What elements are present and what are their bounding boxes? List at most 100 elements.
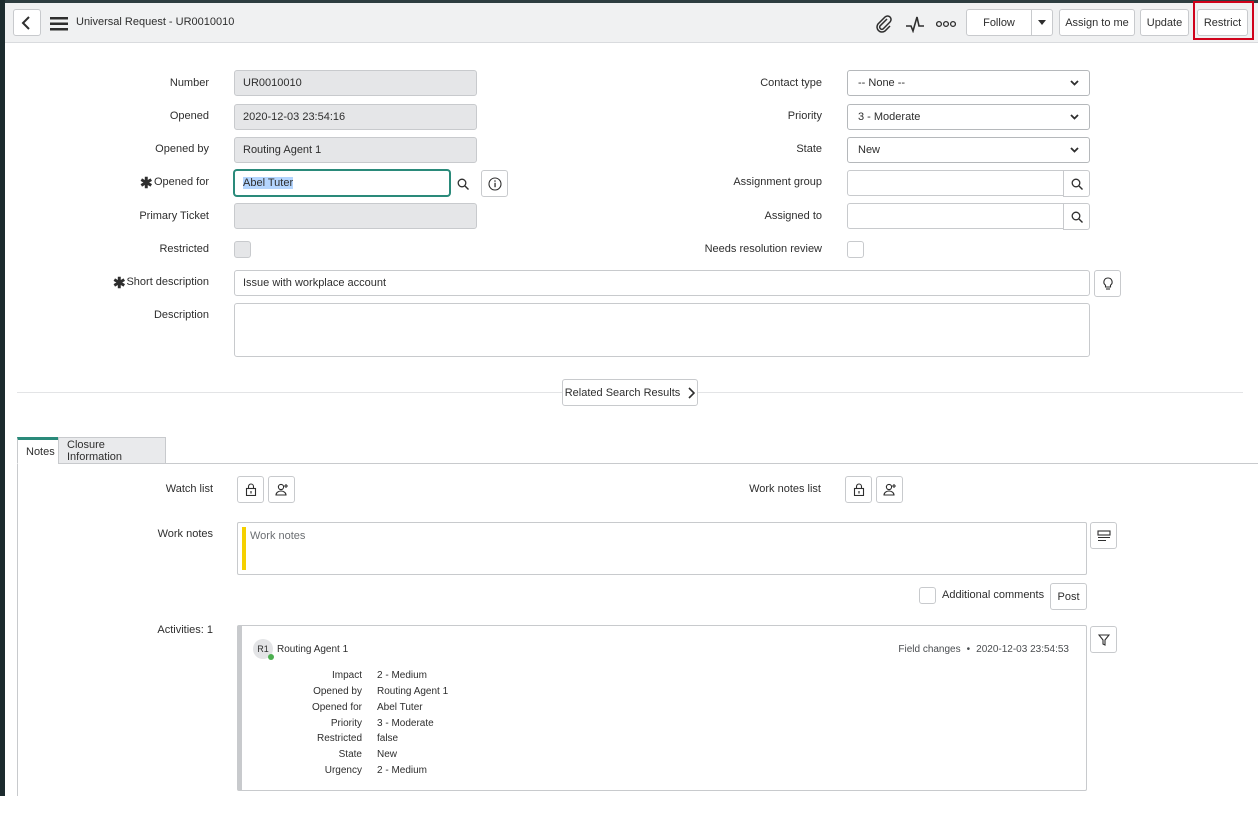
tab-notes-label: Notes: [26, 445, 55, 458]
activity-filter-button[interactable]: [1090, 626, 1117, 653]
tab-closure-information[interactable]: Closure Information: [58, 437, 166, 464]
assign-to-me-button[interactable]: Assign to me: [1059, 9, 1135, 36]
form-header: Universal Request - UR0010010 Follow Ass…: [5, 1, 1258, 43]
chevron-left-icon: [21, 15, 30, 30]
avatar-initials: R1: [257, 644, 269, 654]
opened-for-info-button[interactable]: [481, 170, 508, 197]
number-field[interactable]: UR0010010: [234, 70, 477, 96]
avatar: R1: [253, 639, 274, 660]
opened-for-field[interactable]: Abel Tuter: [234, 170, 450, 196]
restricted-checkbox[interactable]: [234, 241, 251, 258]
assigned-to-label: Assigned to: [764, 210, 822, 222]
related-search-results-button[interactable]: Related Search Results: [562, 379, 698, 406]
watch-list-lock-button[interactable]: [237, 476, 264, 503]
activity-type: Field changes: [898, 644, 961, 655]
opened-label: Opened: [169, 110, 209, 122]
work-notes-list-add-user-button[interactable]: [876, 476, 903, 503]
description-field[interactable]: [234, 303, 1090, 357]
opened-by-field[interactable]: Routing Agent 1: [234, 137, 477, 163]
info-icon: [487, 176, 502, 191]
back-button[interactable]: [13, 9, 41, 36]
short-description-field[interactable]: Issue with workplace account: [234, 270, 1090, 296]
follow-button[interactable]: Follow: [966, 9, 1032, 36]
state-label: State: [796, 143, 822, 155]
online-status-dot: [268, 654, 274, 660]
update-button[interactable]: Update: [1140, 9, 1189, 36]
work-notes-list-label: Work notes list: [749, 483, 821, 495]
compose-options-button[interactable]: [1090, 522, 1117, 549]
activity-pulse-icon[interactable]: [905, 14, 925, 34]
additional-comments-checkbox[interactable]: [919, 587, 936, 604]
work-notes-label: Work notes: [157, 528, 213, 540]
activity-card: R1 Routing Agent 1 Field changes • 2020-…: [237, 625, 1087, 791]
priority-value: 3 - Moderate: [858, 111, 921, 123]
additional-comments-label: Additional comments: [942, 589, 1045, 601]
assignment-group-label: Assignment group: [733, 176, 822, 188]
field-change-key: State: [338, 749, 362, 760]
activity-meta: Field changes • 2020-12-03 23:54:53: [898, 644, 1069, 655]
lock-icon: [245, 483, 256, 496]
filter-icon: [1097, 633, 1110, 646]
field-change-key: Restricted: [316, 733, 362, 744]
field-change-key: Impact: [331, 670, 362, 681]
chevron-down-icon: [1070, 147, 1079, 153]
field-change-value: 2 - Medium: [377, 670, 428, 681]
caret-down-icon: [1038, 20, 1046, 25]
work-notes-indicator-bar: [242, 527, 246, 570]
tab-notes[interactable]: Notes: [17, 437, 59, 464]
add-user-icon: [882, 483, 896, 496]
search-icon: [457, 178, 469, 190]
required-asterisk: ✱: [113, 275, 126, 292]
page-bottom-margin: [0, 796, 1258, 816]
add-user-icon: [274, 483, 288, 496]
priority-label: Priority: [787, 110, 822, 122]
short-description-label: Short description: [126, 276, 209, 288]
chevron-down-icon: [1070, 114, 1079, 120]
menu-icon[interactable]: [49, 14, 69, 34]
assigned-to-lookup-button[interactable]: [1063, 203, 1090, 230]
field-change-key: Priority: [330, 718, 362, 729]
opened-by-label: Opened by: [155, 143, 209, 155]
field-change-key: Opened for: [311, 702, 362, 713]
primary-ticket-field[interactable]: [234, 203, 477, 229]
field-change-value: Routing Agent 1: [377, 686, 449, 697]
number-label: Number: [169, 77, 209, 89]
lock-icon: [853, 483, 864, 496]
activities-label: Activities: 1: [157, 624, 213, 636]
restrict-button[interactable]: Restrict: [1197, 9, 1248, 36]
opened-for-label: Opened for: [153, 176, 209, 188]
follow-dropdown-button[interactable]: [1031, 9, 1053, 36]
left-nav-edge: [0, 0, 5, 796]
assigned-to-field[interactable]: [847, 203, 1064, 229]
activity-author[interactable]: Routing Agent 1: [277, 644, 348, 655]
assignment-group-field[interactable]: [847, 170, 1064, 196]
compose-icon: [1096, 529, 1111, 541]
field-change-key: Opened by: [313, 686, 362, 697]
field-change-value: New: [377, 749, 398, 760]
opened-for-lookup-button[interactable]: [452, 171, 474, 197]
opened-field[interactable]: 2020-12-03 23:54:16: [234, 104, 477, 130]
suggestion-button[interactable]: [1094, 270, 1121, 297]
update-label: Update: [1146, 16, 1183, 29]
assignment-group-lookup-button[interactable]: [1063, 170, 1090, 197]
paperclip-icon[interactable]: [874, 14, 894, 34]
tab-closure-label: Closure Information: [67, 438, 123, 463]
restrict-label: Restrict: [1203, 16, 1242, 29]
watch-list-add-user-button[interactable]: [268, 476, 295, 503]
field-change-value: 3 - Moderate: [377, 718, 434, 729]
required-asterisk: ✱: [140, 175, 153, 192]
field-change-key: Urgency: [324, 765, 362, 776]
priority-select[interactable]: 3 - Moderate: [847, 104, 1090, 130]
needs-review-checkbox[interactable]: [847, 241, 864, 258]
contact-type-label: Contact type: [760, 77, 822, 89]
field-change-value: false: [377, 733, 399, 744]
state-select[interactable]: New: [847, 137, 1090, 163]
contact-type-value: -- None --: [858, 77, 906, 89]
contact-type-select[interactable]: -- None --: [847, 70, 1090, 96]
chevron-right-icon: [688, 386, 696, 399]
post-button[interactable]: Post: [1050, 583, 1087, 610]
work-notes-textarea[interactable]: Work notes: [237, 522, 1087, 575]
more-options-icon[interactable]: [936, 14, 956, 34]
work-notes-list-lock-button[interactable]: [845, 476, 872, 503]
work-notes-placeholder: Work notes: [250, 530, 306, 542]
